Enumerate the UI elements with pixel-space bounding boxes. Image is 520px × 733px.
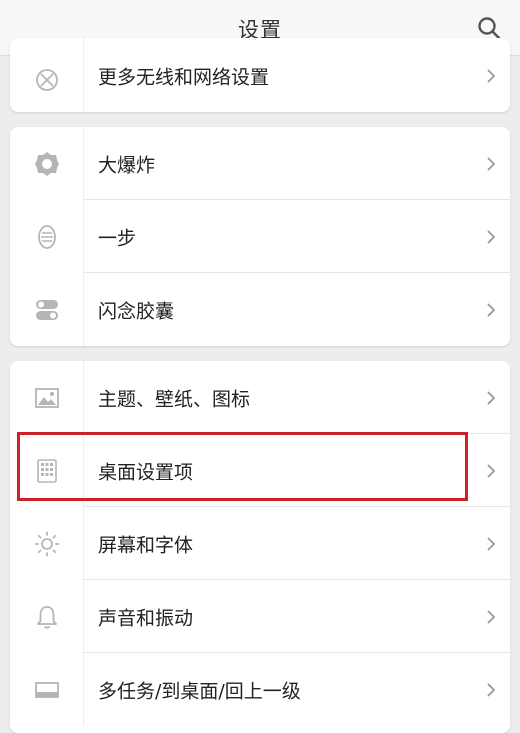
chevron-right-icon <box>487 69 496 83</box>
settings-item-multitask[interactable]: 多任务/到桌面/回上一级 <box>10 653 510 726</box>
settings-item-label: 多任务/到桌面/回上一级 <box>98 680 301 702</box>
big-bang-icon <box>35 151 59 176</box>
settings-group-display: 主题、壁纸、图标 桌面设置项 屏幕和字体 声音和振动 多任务/到桌面/回上一级 <box>10 361 510 733</box>
chevron-right-icon <box>487 682 496 697</box>
one-step-icon <box>38 224 56 249</box>
settings-item-label: 闪念胶囊 <box>98 300 175 322</box>
settings-item-one-step[interactable]: 一步 <box>10 200 510 273</box>
chevron-right-icon <box>487 302 496 317</box>
settings-item-big-bang[interactable]: 大爆炸 <box>10 127 510 200</box>
settings-item-theme[interactable]: 主题、壁纸、图标 <box>10 361 510 434</box>
navigation-bar-icon <box>35 681 59 698</box>
chevron-right-icon <box>487 609 496 624</box>
chevron-right-icon <box>487 156 496 171</box>
wallpaper-icon <box>35 387 59 408</box>
settings-item-more-wireless[interactable]: 更多无线和网络设置 <box>10 38 510 112</box>
capsule-icon <box>36 299 58 320</box>
chevron-right-icon <box>487 463 496 478</box>
settings-item-screen-font[interactable]: 屏幕和字体 <box>10 507 510 580</box>
settings-item-sound[interactable]: 声音和振动 <box>10 580 510 653</box>
desktop-grid-icon <box>37 458 57 483</box>
settings-item-desktop[interactable]: 桌面设置项 <box>10 434 510 507</box>
settings-group-network: 更多无线和网络设置 <box>10 38 510 112</box>
bell-icon <box>37 605 57 629</box>
settings-item-label: 屏幕和字体 <box>98 534 194 556</box>
brightness-icon <box>34 531 60 556</box>
chevron-right-icon <box>487 229 496 244</box>
settings-item-label: 一步 <box>98 227 137 249</box>
chevron-right-icon <box>487 390 496 405</box>
settings-item-label: 主题、壁纸、图标 <box>98 388 251 410</box>
settings-item-label: 桌面设置项 <box>98 461 194 483</box>
settings-item-label: 大爆炸 <box>98 154 156 176</box>
wireless-network-icon <box>36 69 58 92</box>
chevron-right-icon <box>487 536 496 551</box>
settings-item-capsule[interactable]: 闪念胶囊 <box>10 273 510 346</box>
settings-group-tools: 大爆炸 一步 闪念胶囊 <box>10 127 510 346</box>
settings-item-label: 更多无线和网络设置 <box>98 66 270 89</box>
settings-item-label: 声音和振动 <box>98 607 194 629</box>
